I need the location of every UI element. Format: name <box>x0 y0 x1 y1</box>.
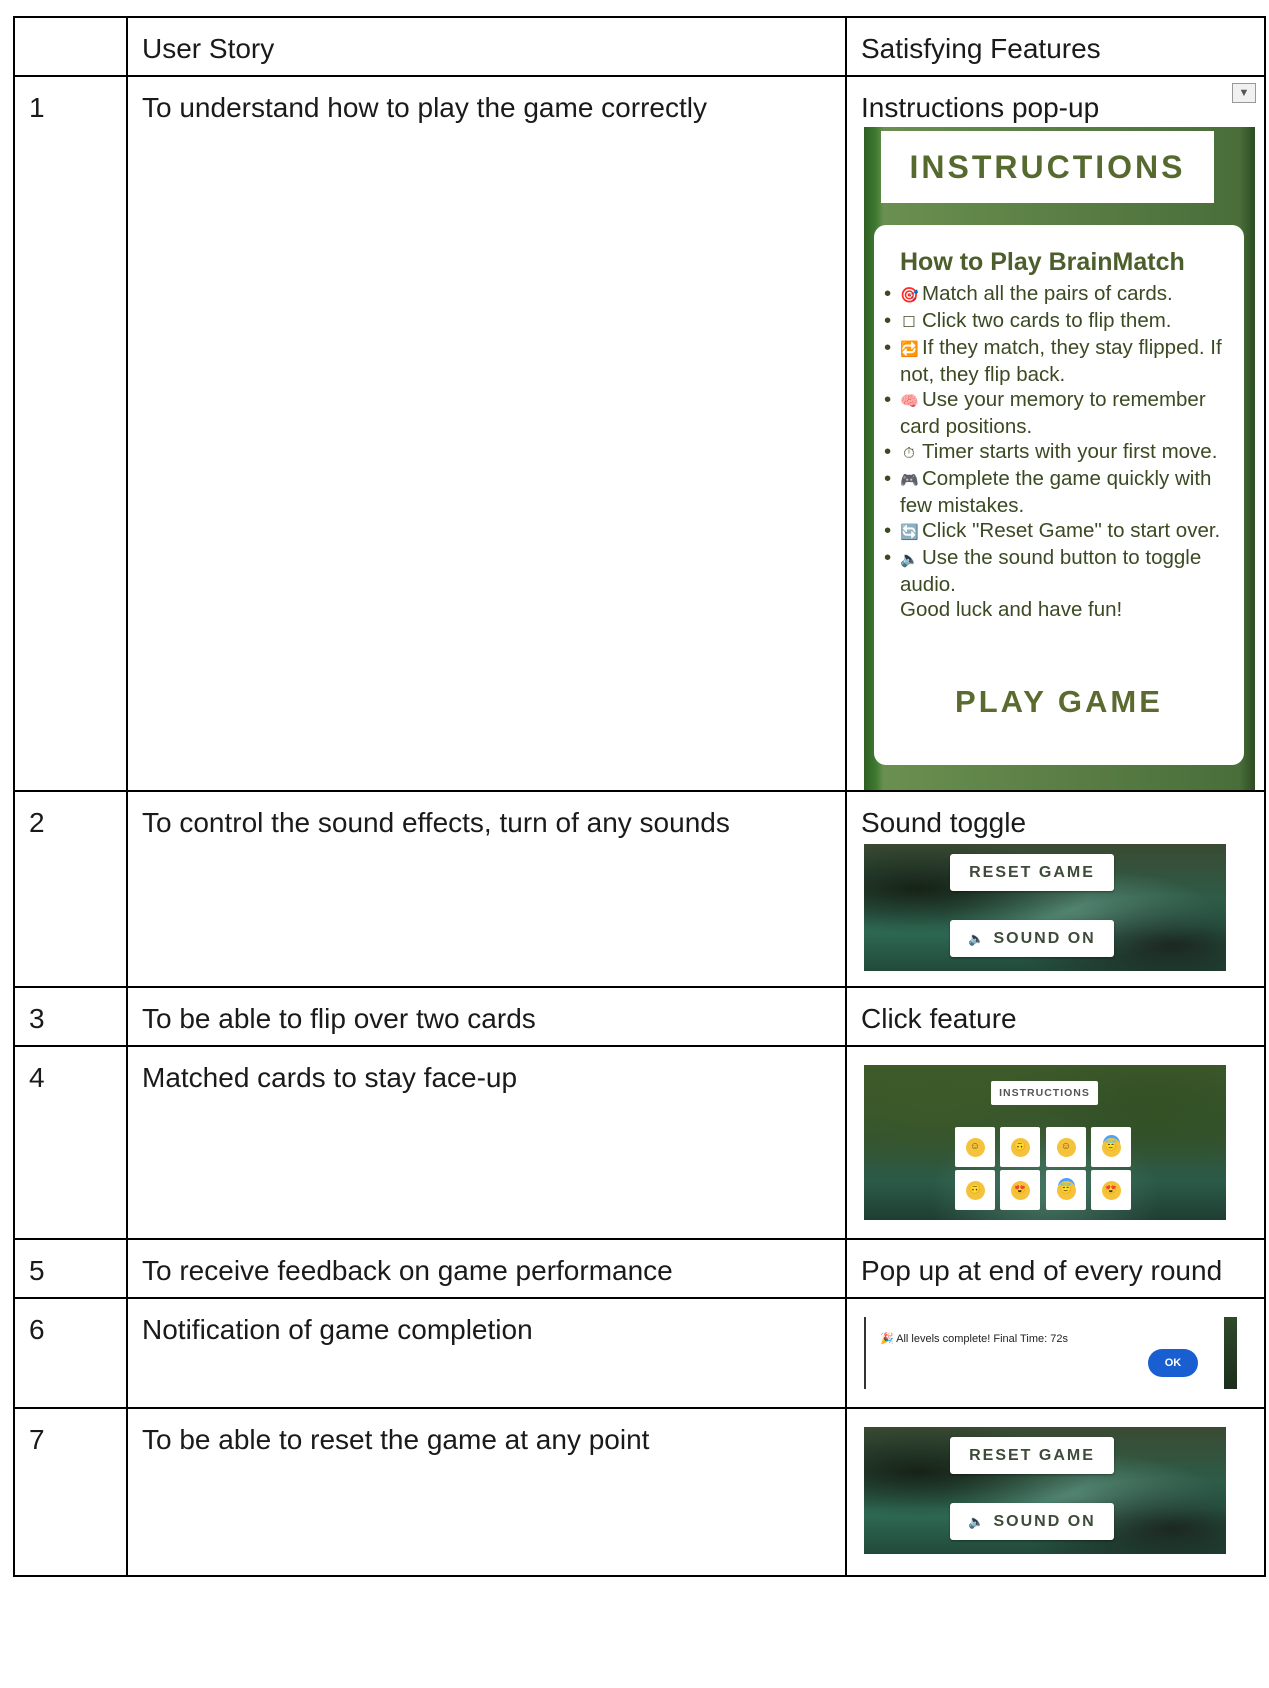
row-feature: Click feature <box>861 1003 1017 1034</box>
stopwatch-icon: ⏱ <box>903 445 915 462</box>
reset-game-button[interactable]: RESET GAME <box>950 854 1114 891</box>
row-story: To understand how to play the game corre… <box>142 92 707 123</box>
list-item: 🔈Use the sound button to toggle audio. <box>884 545 1226 597</box>
list-item: 🧠Use your memory to remember card positi… <box>884 387 1226 439</box>
row-number: 2 <box>29 807 45 838</box>
row-story: To receive feedback on game performance <box>142 1255 673 1286</box>
memory-card[interactable]: 🙃 <box>955 1170 995 1210</box>
memory-card[interactable]: ☺ <box>1046 1127 1086 1167</box>
header-num-cell <box>13 16 128 77</box>
speaker-icon: 🔈 <box>900 551 919 568</box>
table-row: 5 To receive feedback on game performanc… <box>13 1238 1266 1299</box>
reset-icon: 🔄 <box>900 524 919 541</box>
row-story: To be able to reset the game at any poin… <box>142 1424 650 1455</box>
row-story: To control the sound effects, turn of an… <box>142 807 730 838</box>
table-row: 6 Notification of game completion 🎉 All … <box>13 1297 1266 1409</box>
table-row: 1 To understand how to play the game cor… <box>13 75 1266 792</box>
row-story: To be able to flip over two cards <box>142 1003 536 1034</box>
row-number: 5 <box>29 1255 45 1286</box>
list-item: 🔄Click "Reset Game" to start over. <box>884 518 1226 545</box>
chevron-down-icon[interactable]: ▼ <box>1232 83 1256 103</box>
memory-card[interactable]: 😍 <box>1091 1170 1131 1210</box>
instructions-button[interactable]: INSTRUCTIONS <box>991 1081 1098 1105</box>
row-number: 1 <box>29 92 45 123</box>
speaker-icon: 🔈 <box>968 1513 987 1529</box>
list-item: 🎮Complete the game quickly with few mist… <box>884 466 1226 518</box>
sound-toggle-button[interactable]: 🔈 SOUND ON <box>950 1503 1114 1540</box>
card-grid-screenshot: INSTRUCTIONS ☺ 🙃 ☺ 😇 🙃 😍 😇 😍 <box>864 1065 1226 1220</box>
instructions-title: INSTRUCTIONS <box>881 131 1214 203</box>
row-number: 6 <box>29 1314 45 1345</box>
instructions-heading: How to Play BrainMatch <box>900 248 1185 276</box>
memory-card[interactable]: 😇 <box>1091 1127 1131 1167</box>
list-item: ⏱Timer starts with your first move. <box>884 439 1226 466</box>
ok-button[interactable]: OK <box>1148 1349 1198 1377</box>
instructions-popup-screenshot: INSTRUCTIONS How to Play BrainMatch 🎯Mat… <box>864 127 1255 790</box>
party-icon: 🎉 <box>880 1333 894 1345</box>
user-story-table: User Story Satisfying Features 1 To unde… <box>13 16 1266 1577</box>
table-header-row: User Story Satisfying Features <box>13 16 1266 77</box>
completion-dialog-screenshot: 🎉 All levels complete! Final Time: 72s O… <box>864 1317 1237 1389</box>
memory-card[interactable]: 🙃 <box>1000 1127 1040 1167</box>
reset-game-screenshot: RESET GAME 🔈 SOUND ON <box>864 1427 1226 1554</box>
list-item: 🎯Match all the pairs of cards. <box>884 281 1226 308</box>
row-story: Notification of game completion <box>142 1314 533 1345</box>
row-number: 4 <box>29 1062 45 1093</box>
play-game-button[interactable]: PLAY GAME <box>874 685 1244 719</box>
gamepad-icon: 🎮 <box>900 472 919 489</box>
instructions-list: 🎯Match all the pairs of cards. ☐Click tw… <box>884 281 1226 597</box>
memory-card[interactable]: 😇 <box>1046 1170 1086 1210</box>
table-row: 2 To control the sound effects, turn of … <box>13 790 1266 988</box>
header-satisfying-features: Satisfying Features <box>845 16 1266 77</box>
checkbox-icon: ☐ <box>902 314 916 331</box>
memory-card[interactable]: ☺ <box>955 1127 995 1167</box>
row-number: 7 <box>29 1424 45 1455</box>
repeat-icon: 🔁 <box>900 341 919 358</box>
header-user-story: User Story <box>126 16 847 77</box>
list-item: 🔁If they match, they stay flipped. If no… <box>884 335 1226 387</box>
row-story: Matched cards to stay face-up <box>142 1062 518 1093</box>
target-icon: 🎯 <box>900 287 919 304</box>
sound-toggle-button[interactable]: 🔈 SOUND ON <box>950 920 1114 957</box>
speaker-icon: 🔈 <box>968 930 987 946</box>
row-feature: Pop up at end of every round <box>861 1255 1223 1286</box>
row-feature: Sound toggle <box>861 807 1027 838</box>
table-row: 4 Matched cards to stay face-up INSTRUCT… <box>13 1045 1266 1240</box>
sound-toggle-screenshot: RESET GAME 🔈 SOUND ON <box>864 844 1226 971</box>
instructions-card: How to Play BrainMatch 🎯Match all the pa… <box>874 225 1244 765</box>
table-row: 7 To be able to reset the game at any po… <box>13 1407 1266 1577</box>
row-feature: Instructions pop-up <box>861 92 1100 123</box>
completion-message: 🎉 All levels complete! Final Time: 72s <box>880 1333 1068 1345</box>
reset-game-button[interactable]: RESET GAME <box>950 1437 1114 1474</box>
table-row: 3 To be able to flip over two cards Clic… <box>13 986 1266 1047</box>
row-number: 3 <box>29 1003 45 1034</box>
brain-icon: 🧠 <box>900 393 919 410</box>
closing-text: Good luck and have fun! <box>900 598 1123 621</box>
list-item: ☐Click two cards to flip them. <box>884 308 1226 335</box>
memory-card[interactable]: 😍 <box>1000 1170 1040 1210</box>
